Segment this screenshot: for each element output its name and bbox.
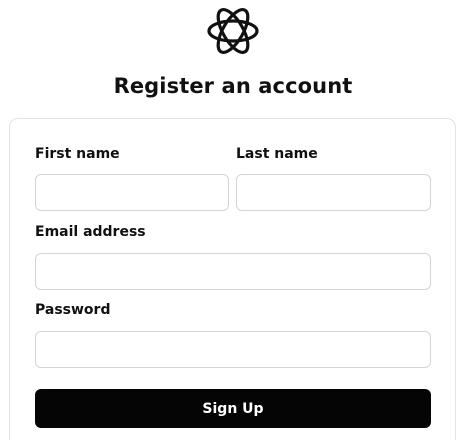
email-input[interactable] [35,253,431,290]
last-name-label: Last name [236,146,318,162]
password-input[interactable] [35,331,431,368]
atom-icon [207,8,259,54]
last-name-input[interactable] [236,174,431,211]
first-name-label: First name [35,146,120,162]
password-label: Password [35,302,111,318]
register-page: Register an account First name Last name… [0,0,474,440]
first-name-input[interactable] [35,174,229,211]
sign-up-button[interactable]: Sign Up [35,389,431,428]
email-label: Email address [35,224,146,240]
page-title: Register an account [113,74,353,98]
